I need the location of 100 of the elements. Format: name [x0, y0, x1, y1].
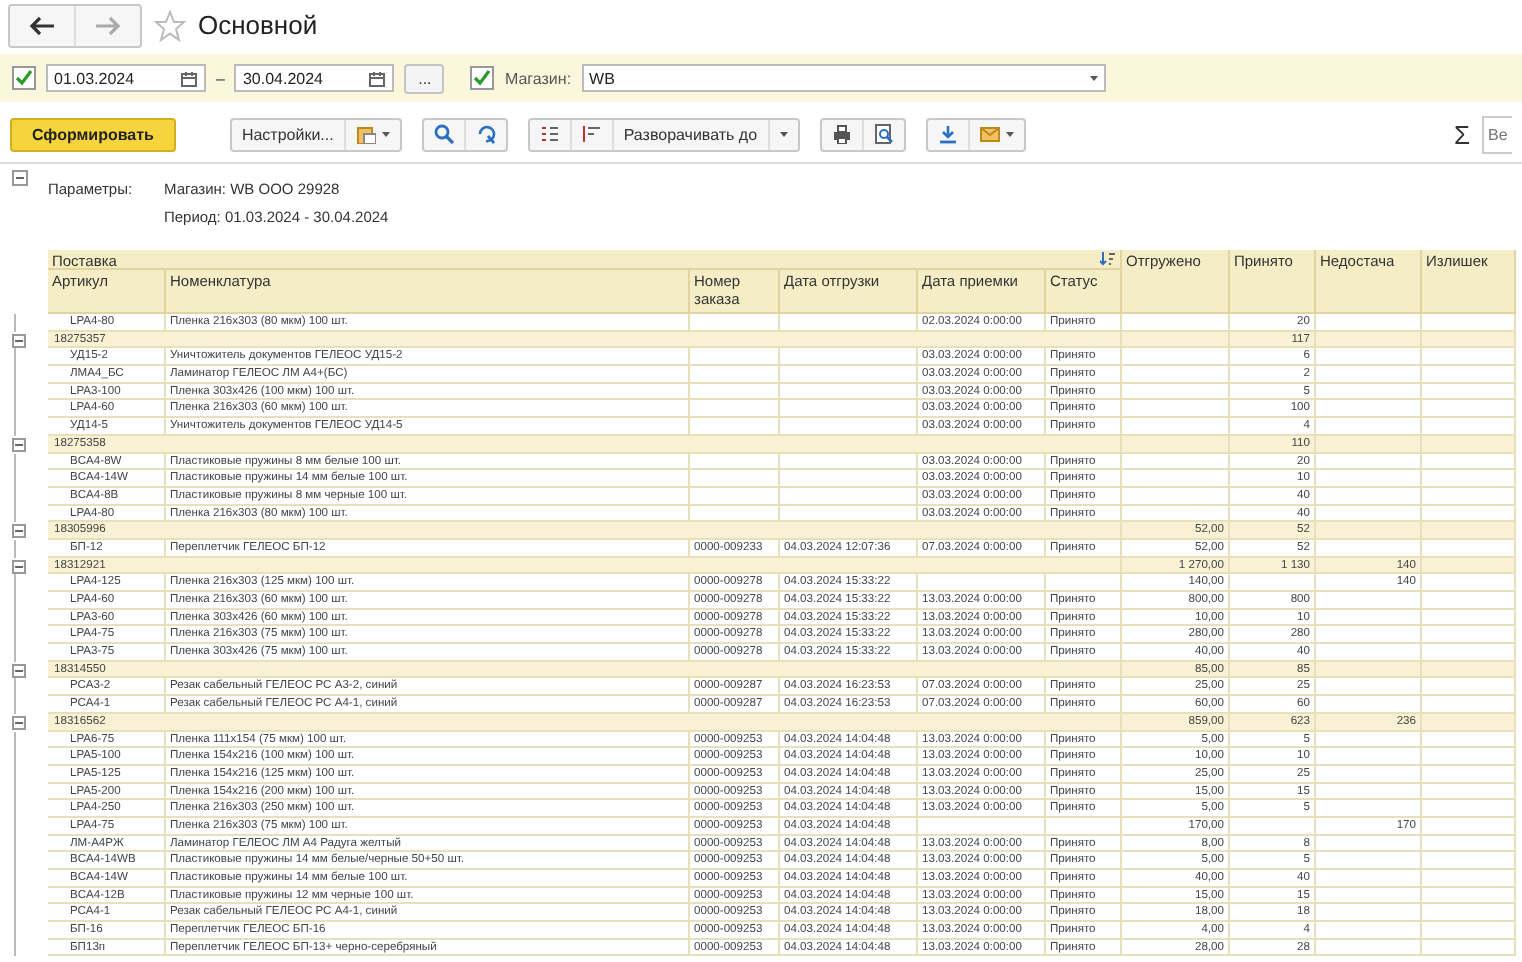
- table-cell: [1316, 609, 1422, 627]
- table-cell: [1422, 400, 1516, 419]
- table-cell: [1422, 731, 1516, 749]
- table-cell: [1316, 366, 1422, 384]
- table-cell: [1422, 574, 1516, 592]
- table-cell: [1316, 400, 1422, 419]
- table-cell: [1422, 626, 1516, 645]
- store-label: Магазин:: [504, 69, 572, 87]
- store-checkbox[interactable]: [470, 66, 495, 90]
- settings-button[interactable]: Настройки...: [231, 119, 346, 149]
- search-refresh-icon[interactable]: [475, 124, 496, 144]
- table-cell: [1422, 887, 1516, 905]
- table-cell: [780, 348, 918, 367]
- table-cell: [1316, 522, 1422, 540]
- table-cell: [780, 487, 918, 506]
- table-cell: [690, 487, 780, 506]
- table-cell: [1230, 574, 1316, 592]
- table-cell: [1316, 348, 1422, 367]
- table-cell: [1316, 887, 1422, 905]
- table-cell: [780, 453, 918, 471]
- table-cell: [1122, 487, 1230, 506]
- table-cell: [1316, 904, 1422, 923]
- table-cell: [1422, 366, 1516, 384]
- table-cell: [1422, 835, 1516, 853]
- printer-icon[interactable]: [831, 124, 852, 144]
- dropdown-caret-icon[interactable]: [1089, 75, 1098, 81]
- table-cell: [918, 817, 1046, 836]
- table-cell: [1316, 800, 1422, 818]
- table-cell: [1422, 592, 1516, 610]
- collapse-icon[interactable]: [12, 333, 26, 348]
- table-cell: [690, 470, 780, 488]
- table-cell: [1122, 453, 1230, 471]
- search-field[interactable]: Ве: [1482, 115, 1512, 153]
- table-cell: [1422, 383, 1516, 401]
- collapse-icon[interactable]: [12, 524, 26, 539]
- collapse-icon[interactable]: [12, 559, 26, 574]
- levels-icon[interactable]: [581, 124, 602, 144]
- table-cell: [1422, 609, 1516, 627]
- date-field[interactable]: 30.04.2024: [234, 64, 395, 92]
- table-cell: [1422, 678, 1516, 697]
- table-cell: [1316, 731, 1422, 749]
- table-cell: [1122, 383, 1230, 401]
- collapse-icon[interactable]: [12, 715, 26, 730]
- dropdown-caret-icon[interactable]: [779, 131, 788, 137]
- table-cell: [1316, 783, 1422, 801]
- table-cell: [1230, 817, 1316, 836]
- list-icon[interactable]: [539, 124, 560, 144]
- table-cell: [1316, 470, 1422, 488]
- table-cell: [690, 400, 780, 419]
- generate-button[interactable]: Сформировать: [10, 117, 176, 151]
- table-cell: [1422, 904, 1516, 923]
- clipboard-icon[interactable]: [355, 124, 376, 144]
- table-cell: [1422, 939, 1516, 957]
- calendar-icon[interactable]: [368, 69, 387, 87]
- table-cell: [780, 366, 918, 384]
- table-cell: [780, 400, 918, 419]
- window-title: Основной: [198, 10, 318, 40]
- table-cell: [1422, 470, 1516, 488]
- preview-icon[interactable]: [873, 124, 894, 144]
- table-cell: [1422, 800, 1516, 818]
- table-cell: [690, 383, 780, 401]
- expand-to-button[interactable]: Разворачивать до: [613, 119, 770, 149]
- table-cell: [1422, 348, 1516, 367]
- table-cell: [1316, 626, 1422, 645]
- table-cell: [1316, 592, 1422, 610]
- date-field[interactable]: 01.03.2024: [46, 64, 206, 92]
- table-cell: [1316, 939, 1422, 957]
- table-cell: [1316, 852, 1422, 870]
- table-cell: [690, 453, 780, 471]
- dropdown-caret-icon: [1005, 131, 1014, 137]
- calendar-icon[interactable]: [180, 69, 198, 87]
- table-cell: [1422, 522, 1516, 540]
- table-cell: [1422, 765, 1516, 784]
- sort-icon[interactable]: [1100, 252, 1116, 266]
- store-field[interactable]: WB: [581, 64, 1106, 92]
- table-cell: [1046, 817, 1122, 836]
- table-cell: [1316, 748, 1422, 766]
- table-cell: [690, 348, 780, 367]
- table-cell: [690, 366, 780, 384]
- collapse-icon[interactable]: [12, 663, 26, 678]
- star-icon[interactable]: [154, 9, 186, 41]
- envelope-icon[interactable]: [979, 124, 1000, 144]
- search-icon[interactable]: [433, 124, 454, 144]
- sum-button[interactable]: Σ: [1453, 119, 1470, 149]
- table-cell: [1316, 383, 1422, 401]
- more-button[interactable]: ...: [404, 63, 445, 93]
- table-cell: [1122, 366, 1230, 384]
- table-cell: [1422, 783, 1516, 801]
- table-cell: [1422, 748, 1516, 766]
- table-cell: [1122, 348, 1230, 367]
- period-checkbox[interactable]: [12, 66, 36, 90]
- table-cell: [1422, 817, 1516, 836]
- download-icon[interactable]: [937, 124, 958, 144]
- table-cell: [918, 574, 1046, 592]
- table-cell: [1046, 574, 1122, 592]
- table-cell: [1316, 453, 1422, 471]
- collapse-icon[interactable]: [12, 437, 26, 452]
- collapse-icon[interactable]: [12, 170, 28, 186]
- table-cell: [1122, 470, 1230, 488]
- table-cell: [1422, 870, 1516, 888]
